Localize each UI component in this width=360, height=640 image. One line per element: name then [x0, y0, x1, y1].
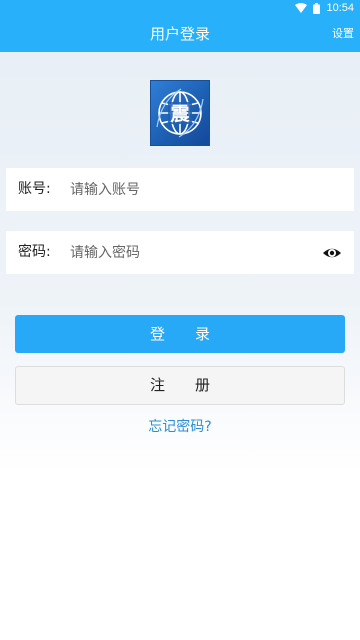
account-input[interactable] — [70, 168, 310, 211]
account-field: 账号: — [6, 168, 354, 211]
status-bar: 10:54 — [0, 0, 360, 16]
forgot-password-link[interactable]: 忘记密码? — [148, 419, 211, 435]
eye-icon[interactable] — [322, 243, 342, 263]
battery-icon — [313, 2, 321, 14]
login-button[interactable]: 登录 — [15, 315, 345, 353]
register-button[interactable]: 注册 — [15, 366, 345, 405]
account-label: 账号: — [18, 181, 51, 197]
wifi-icon — [295, 3, 308, 13]
status-icons: 10:54 — [295, 0, 354, 16]
settings-button[interactable]: 设置 — [330, 16, 356, 52]
app-logo: 震 — [150, 80, 210, 146]
app-bar: 用户登录 设置 — [0, 16, 360, 52]
globe-logo-icon: 震 — [156, 88, 204, 138]
login-content: 震 账号: 密码: 登录 注册 忘记密码? — [0, 52, 360, 640]
password-input[interactable] — [70, 231, 310, 274]
forgot-password-container: 忘记密码? — [0, 416, 360, 436]
password-label: 密码: — [18, 244, 51, 260]
page-title: 用户登录 — [149, 25, 210, 43]
password-field: 密码: — [6, 231, 354, 274]
status-time: 10:54 — [326, 2, 354, 14]
logo-glyph: 震 — [170, 103, 190, 125]
